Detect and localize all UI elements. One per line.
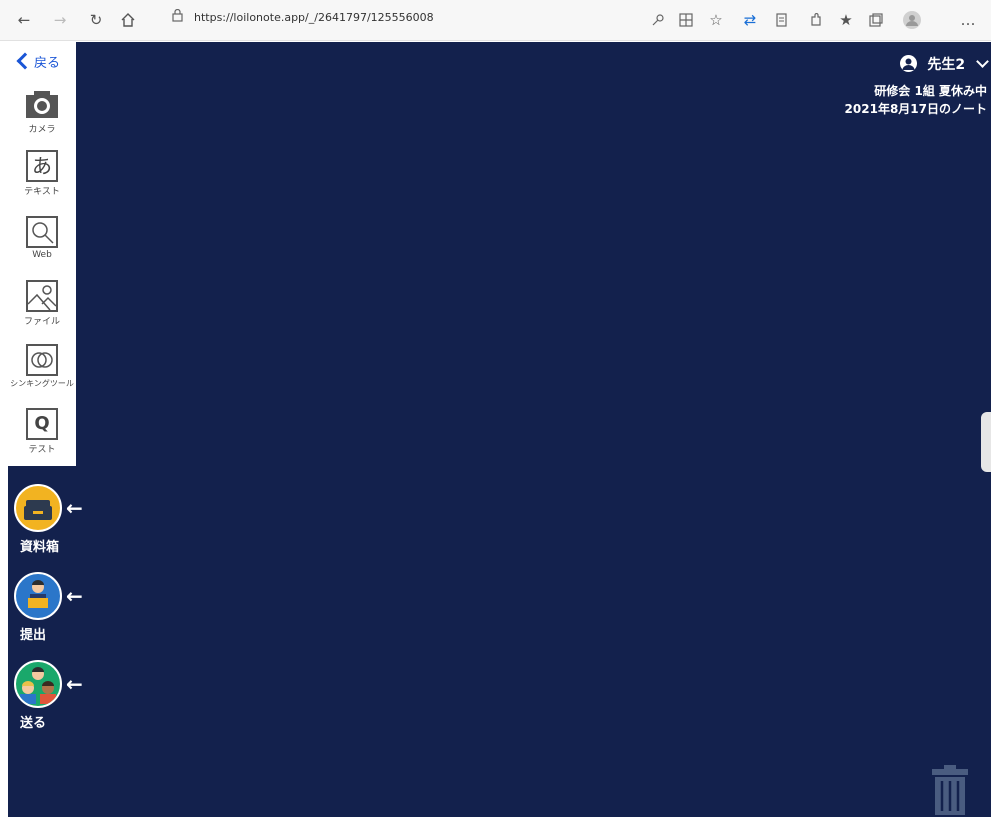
- more-menu-button[interactable]: …: [956, 8, 980, 32]
- browser-toolbar: ← → ↻ https://loilonote.app/_/2641797/12…: [0, 0, 991, 41]
- arrow-left-icon[interactable]: ←: [14, 8, 34, 32]
- home-icon[interactable]: [118, 8, 138, 32]
- reader-icon[interactable]: [772, 8, 792, 32]
- arrow-left-indicator-icon: ←: [66, 584, 83, 608]
- note-info: 研修会 1組 夏休み中 2021年8月17日のノート: [845, 82, 987, 118]
- back-label: 戻る: [34, 56, 61, 71]
- user-menu[interactable]: 先生2: [899, 54, 989, 74]
- submit-icon: [14, 572, 62, 620]
- tool-file-label: ファイル: [23, 317, 60, 327]
- tool-camera-label: カメラ: [28, 125, 56, 135]
- tool-file[interactable]: ファイル: [8, 280, 76, 327]
- collections-icon[interactable]: ★: [836, 8, 856, 32]
- arrow-left-indicator-icon: ←: [66, 496, 83, 520]
- send-button[interactable]: ← 送る: [14, 660, 94, 731]
- class-name: 研修会 1組 夏休み中: [874, 84, 987, 98]
- tool-camera[interactable]: カメラ: [8, 88, 76, 135]
- submit-label: 提出: [20, 628, 47, 643]
- favorite-icon[interactable]: ☆: [706, 8, 726, 32]
- extensions-icon[interactable]: [806, 8, 826, 32]
- document-box-label: 資料箱: [20, 540, 60, 555]
- send-label: 送る: [20, 716, 47, 731]
- tool-text-label: テキスト: [24, 187, 60, 197]
- user-avatar-icon: [899, 55, 917, 72]
- image-file-icon: [26, 280, 58, 312]
- tool-text[interactable]: あ テキスト: [8, 150, 76, 197]
- test-icon-glyph: Q: [34, 413, 50, 434]
- document-box-icon: [14, 484, 62, 532]
- chevron-left-icon: [16, 52, 34, 70]
- thinking-tool-icon: [26, 344, 58, 376]
- web-search-icon: [26, 216, 58, 248]
- submit-button[interactable]: ← 提出: [14, 572, 94, 643]
- trash-icon[interactable]: [931, 765, 969, 815]
- camera-icon: [25, 88, 59, 120]
- text-icon: あ: [26, 150, 58, 182]
- tool-palette: 戻る カメラ あ テキスト Web ファイル シンキングツール Q テスト: [8, 42, 76, 466]
- arrow-right-icon[interactable]: →: [50, 8, 70, 32]
- address-bar[interactable]: https://loilonote.app/_/2641797/12555600…: [160, 6, 630, 32]
- refresh-icon[interactable]: ↻: [86, 8, 106, 32]
- test-icon: Q: [26, 408, 58, 440]
- user-name: 先生2: [927, 57, 966, 73]
- url-text: https://loilonote.app/_/2641797/12555600…: [194, 11, 434, 24]
- back-button[interactable]: 戻る: [16, 52, 60, 71]
- note-canvas[interactable]: 戻る カメラ あ テキスト Web ファイル シンキングツール Q テスト ← …: [8, 42, 991, 817]
- profile-icon[interactable]: [902, 8, 922, 32]
- tool-test[interactable]: Q テスト: [8, 408, 76, 455]
- send-icon: [14, 660, 62, 708]
- tool-test-label: テスト: [28, 445, 56, 455]
- tool-thinking-label: シンキングツール: [10, 379, 74, 388]
- chevron-down-icon: [976, 55, 989, 68]
- note-date: 2021年8月17日のノート: [844, 102, 987, 116]
- extension-blue-icon[interactable]: ⇄: [740, 8, 760, 32]
- text-icon-glyph: あ: [32, 154, 52, 178]
- key-icon[interactable]: [648, 8, 668, 32]
- arrow-left-indicator-icon: ←: [66, 672, 83, 696]
- tool-web-label: Web: [32, 250, 52, 260]
- lock-icon: [172, 8, 183, 25]
- tab-icon[interactable]: [866, 8, 886, 32]
- tool-web[interactable]: Web: [8, 216, 76, 260]
- tool-thinking[interactable]: シンキングツール: [8, 344, 76, 389]
- side-panel-handle[interactable]: [981, 412, 991, 472]
- apps-icon[interactable]: [676, 8, 696, 32]
- document-box-button[interactable]: ← 資料箱: [14, 484, 94, 555]
